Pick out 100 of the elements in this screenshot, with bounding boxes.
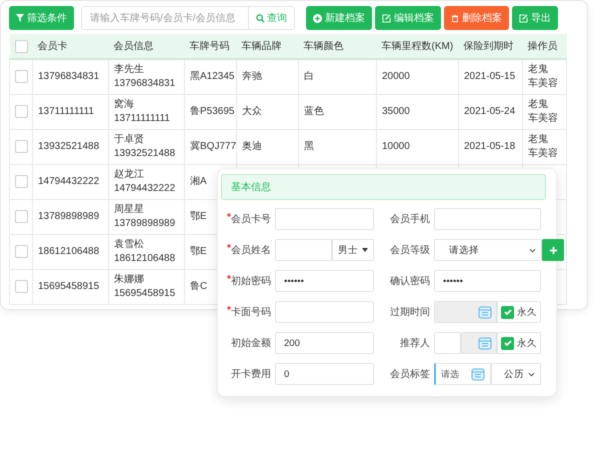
gender-select[interactable]: 男士 bbox=[332, 239, 374, 261]
table-cell: 老鬼 车美容 bbox=[528, 98, 558, 126]
calendar-icon[interactable] bbox=[478, 336, 492, 350]
input-field[interactable]: •••••• bbox=[434, 270, 541, 292]
field-label: 会员等级 bbox=[389, 244, 431, 257]
input-field[interactable]: 0 bbox=[275, 363, 374, 385]
table-cell: 冀BQJ777 bbox=[190, 140, 236, 154]
checkbox[interactable] bbox=[14, 70, 28, 83]
table-cell: 蓝色 bbox=[304, 105, 324, 119]
column-header: 会员信息 bbox=[114, 40, 154, 53]
chevron-down-icon bbox=[528, 372, 535, 376]
table-cell: 10000 bbox=[382, 140, 410, 154]
field-label: 会员标签 bbox=[389, 368, 431, 381]
table-cell: 奔驰 bbox=[242, 70, 262, 84]
caret-icon bbox=[362, 248, 368, 252]
table-cell: 2021-05-15 bbox=[464, 70, 516, 84]
table-cell: 于卓贤 13932521488 bbox=[114, 133, 176, 161]
field-label: 过期时间 bbox=[389, 306, 431, 319]
table-cell: 鄂E bbox=[190, 245, 207, 259]
calendar-icon[interactable] bbox=[478, 305, 492, 319]
table-cell: 18612106488 bbox=[38, 245, 100, 259]
table-cell: 湘A bbox=[190, 175, 207, 189]
input-field[interactable]: 200 bbox=[275, 332, 374, 354]
table-cell: 赵龙江 14794432222 bbox=[114, 168, 176, 196]
checkbox[interactable] bbox=[14, 174, 28, 188]
column-header: 保险到期时 bbox=[464, 40, 514, 53]
calendar-icon[interactable] bbox=[471, 367, 485, 381]
checkbox[interactable] bbox=[14, 104, 28, 118]
input-field[interactable] bbox=[275, 301, 374, 323]
table-cell: 2021-05-18 bbox=[464, 140, 516, 154]
column-header: 车辆品牌 bbox=[242, 40, 282, 53]
table-cell: 13796834831 bbox=[38, 70, 100, 84]
checkbox[interactable] bbox=[14, 140, 28, 153]
field-label: 确认密码 bbox=[389, 274, 431, 288]
checkbox[interactable] bbox=[14, 244, 28, 258]
table-cell: 黑 bbox=[304, 140, 314, 154]
column-header: 车辆里程数(KM) bbox=[382, 40, 454, 53]
column-header: 车辆颜色 bbox=[304, 40, 344, 53]
checkbox[interactable] bbox=[14, 40, 28, 52]
table-cell: 朱娜娜 15695458915 bbox=[114, 273, 176, 301]
field-label: 推荐人 bbox=[399, 336, 431, 350]
checkbox[interactable] bbox=[14, 280, 28, 293]
level-select[interactable]: 请选择 bbox=[434, 239, 542, 261]
required-mark-icon bbox=[227, 275, 231, 279]
required-mark-icon bbox=[227, 306, 231, 310]
checkbox-label: 永久 bbox=[517, 306, 537, 318]
filter-icon bbox=[16, 14, 24, 22]
input-field[interactable] bbox=[434, 332, 461, 354]
table-cell: 15695458915 bbox=[38, 280, 100, 294]
table-cell: 鲁C bbox=[190, 280, 208, 294]
field-label: 会员姓名 bbox=[221, 243, 275, 257]
table-cell: 黑A12345 bbox=[190, 70, 234, 84]
column-header: 车牌号码 bbox=[190, 40, 230, 53]
input-field[interactable] bbox=[434, 208, 541, 230]
table-cell: 鄂E bbox=[190, 210, 207, 224]
required-mark-icon bbox=[227, 213, 231, 217]
search-icon bbox=[256, 14, 265, 22]
table-cell: 周星星 13789898989 bbox=[114, 203, 176, 231]
input-field[interactable] bbox=[275, 239, 332, 261]
date-field[interactable] bbox=[434, 301, 497, 323]
table-cell: 14794432222 bbox=[38, 175, 100, 189]
table-cell: 窝海 13711111111 bbox=[114, 98, 170, 126]
date-field[interactable] bbox=[461, 332, 497, 354]
table-cell: 奥迪 bbox=[242, 140, 262, 154]
plus-icon bbox=[548, 246, 558, 254]
trash-icon bbox=[451, 14, 459, 22]
input-field[interactable] bbox=[275, 208, 374, 230]
table-cell: 2021-05-24 bbox=[464, 105, 516, 119]
edit-icon bbox=[382, 14, 391, 22]
input-field[interactable]: •••••• bbox=[275, 270, 374, 292]
field-label: 卡面号码 bbox=[221, 305, 275, 319]
chevron-down-icon bbox=[529, 248, 536, 252]
table-cell: 13932521488 bbox=[38, 140, 100, 154]
table-cell: 老鬼 车美容 bbox=[528, 63, 558, 91]
field-label: 会员卡号 bbox=[221, 212, 275, 226]
field-label: 初始金额 bbox=[230, 336, 272, 350]
checkbox[interactable] bbox=[501, 306, 514, 318]
table-cell: 13789898989 bbox=[38, 210, 100, 224]
table-cell: 李先生 13796834831 bbox=[114, 63, 176, 91]
field-label: 初始密码 bbox=[221, 274, 275, 288]
required-mark-icon bbox=[227, 244, 231, 248]
table-cell: 13711111111 bbox=[38, 105, 94, 119]
table-cell: 35000 bbox=[382, 105, 410, 119]
column-header: 会员卡 bbox=[38, 40, 68, 53]
table-cell: 大众 bbox=[242, 105, 262, 119]
table-cell: 20000 bbox=[382, 70, 410, 84]
table-cell: 袁雪松 18612106488 bbox=[114, 238, 176, 266]
checkbox[interactable] bbox=[501, 336, 514, 350]
checkbox[interactable] bbox=[14, 210, 28, 223]
table-cell: 白 bbox=[304, 70, 314, 84]
add-button[interactable] bbox=[542, 239, 564, 261]
column-header: 操作员 bbox=[528, 40, 558, 53]
plus-circle-icon bbox=[313, 14, 322, 22]
section-title: 基本信息 bbox=[231, 180, 271, 194]
calendar-select[interactable]: 公历 bbox=[491, 363, 541, 385]
edit-icon bbox=[519, 14, 528, 22]
date-field[interactable]: 请选 bbox=[434, 363, 491, 385]
field-label: 开卡费用 bbox=[230, 368, 272, 381]
table-cell: 鲁P53695 bbox=[190, 105, 234, 119]
table-cell: 老鬼 车美容 bbox=[528, 133, 558, 161]
